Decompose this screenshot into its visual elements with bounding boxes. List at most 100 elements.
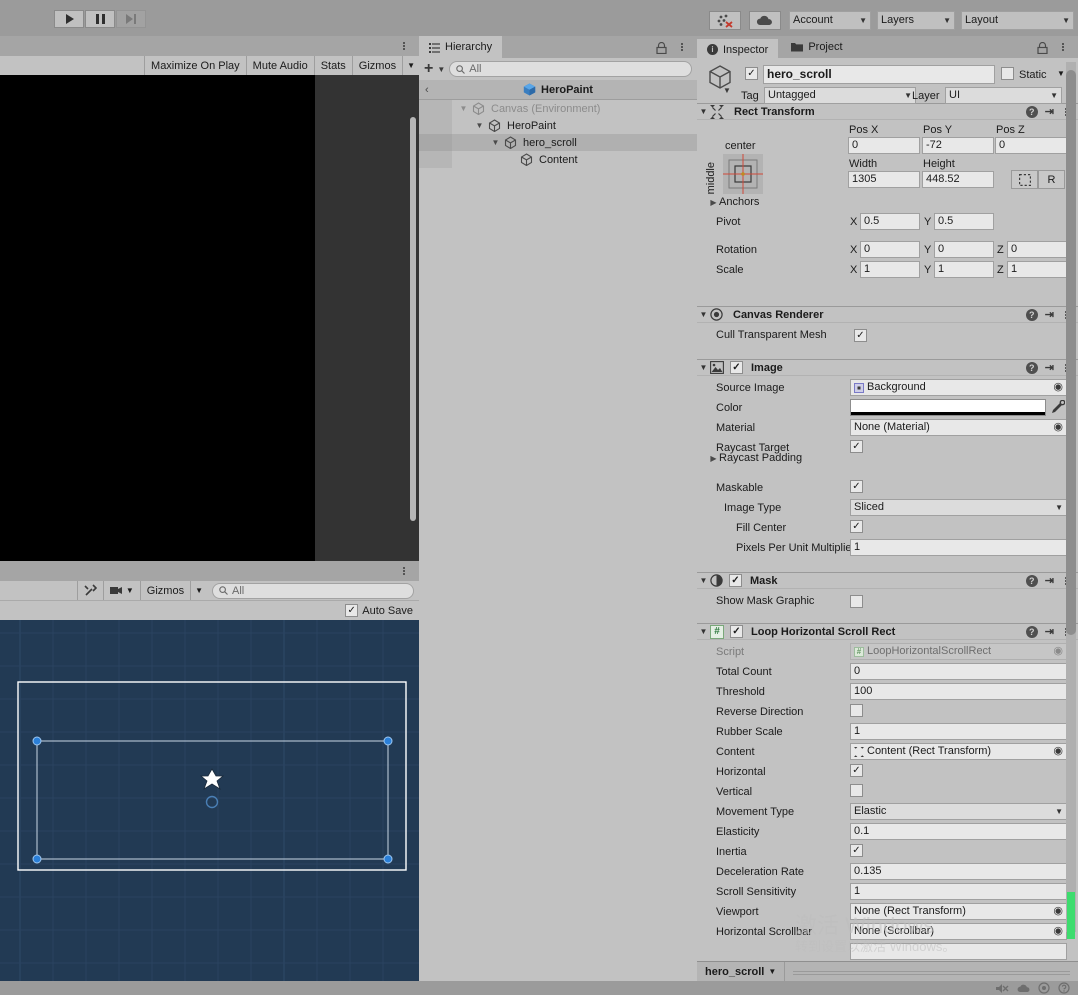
material-object-field[interactable]: None (Material) ◉: [850, 419, 1067, 436]
pivot-x-input[interactable]: 0.5: [860, 213, 920, 230]
game-view-scrollbar[interactable]: [410, 117, 416, 521]
breadcrumb-object-dropdown[interactable]: hero_scroll ▼: [697, 962, 786, 981]
reverse-direction-checkbox[interactable]: [850, 704, 863, 717]
show-mask-graphic-checkbox[interactable]: [850, 594, 863, 608]
preset-icon[interactable]: ⇥: [1045, 308, 1054, 321]
help-icon[interactable]: ?: [1025, 361, 1038, 374]
tag-dropdown[interactable]: Untagged ▼: [764, 87, 916, 104]
total-count-input[interactable]: 0: [850, 663, 1067, 680]
preset-icon[interactable]: ⇥: [1045, 625, 1054, 638]
hierarchy-item-heropaint[interactable]: ▼ HeroPaint: [419, 117, 697, 134]
pause-button[interactable]: [85, 10, 115, 28]
object-picker-icon[interactable]: ◉: [1053, 904, 1063, 919]
tab-hierarchy[interactable]: Hierarchy: [419, 36, 503, 58]
width-input[interactable]: 1305: [848, 171, 920, 188]
vertical-checkbox[interactable]: [850, 784, 863, 797]
raycast-padding-foldout[interactable]: ▶ Raycast Padding: [708, 452, 802, 464]
scale-z-input[interactable]: 1: [1007, 261, 1067, 278]
hierarchy-search-input[interactable]: All: [449, 61, 692, 77]
preset-icon[interactable]: ⇥: [1045, 574, 1054, 587]
mute-status-icon[interactable]: [996, 983, 1009, 994]
maximize-on-play-toggle[interactable]: Maximize On Play: [144, 56, 246, 75]
static-dropdown-icon[interactable]: ▼: [1057, 69, 1065, 78]
raw-edit-button[interactable]: R: [1038, 170, 1065, 189]
color-field[interactable]: [850, 399, 1046, 416]
play-button[interactable]: [54, 10, 84, 28]
scene-gizmos-toggle[interactable]: Gizmos: [139, 581, 190, 600]
help-icon[interactable]: ?: [1025, 105, 1038, 118]
mask-enabled-checkbox[interactable]: ✓: [729, 574, 742, 587]
hierarchy-add-dropdown-icon[interactable]: ▼: [437, 65, 445, 74]
elasticity-input[interactable]: 0.1: [850, 823, 1067, 840]
lock-icon[interactable]: [1037, 42, 1048, 54]
loop-scroll-rect-enabled-checkbox[interactable]: ✓: [730, 625, 743, 638]
height-input[interactable]: 448.52: [922, 171, 994, 188]
chevron-down-icon[interactable]: ▼: [474, 121, 485, 130]
eyedropper-icon[interactable]: [1051, 400, 1065, 414]
image-enabled-checkbox[interactable]: ✓: [730, 361, 743, 374]
component-header-canvas-renderer[interactable]: ▼ Canvas Renderer ? ⇥: [697, 306, 1078, 323]
maskable-checkbox[interactable]: ✓: [850, 480, 863, 493]
object-picker-icon[interactable]: ◉: [1053, 420, 1063, 435]
blueprint-mode-button[interactable]: [1011, 170, 1038, 189]
cloud-button[interactable]: [749, 11, 781, 30]
source-image-object-field[interactable]: Background ◉: [850, 379, 1067, 396]
object-picker-icon[interactable]: ◉: [1053, 744, 1063, 759]
scene-tools-button[interactable]: [76, 581, 103, 600]
foldout-icon[interactable]: ▼: [697, 576, 710, 585]
help-icon[interactable]: ?: [1025, 574, 1038, 587]
pos-x-input[interactable]: 0: [848, 137, 920, 154]
rotation-y-input[interactable]: 0: [934, 241, 994, 258]
hierarchy-item-hero-scroll[interactable]: ▼ hero_scroll: [419, 134, 697, 151]
inertia-checkbox[interactable]: ✓: [850, 844, 863, 857]
deceleration-rate-input[interactable]: 0.135: [850, 863, 1067, 880]
gameobject-dropdown-icon[interactable]: ▼: [723, 86, 731, 95]
object-active-checkbox[interactable]: ✓: [745, 67, 758, 80]
step-button[interactable]: [116, 10, 146, 28]
static-checkbox[interactable]: [1001, 67, 1014, 80]
layer-dropdown[interactable]: UI ▼: [945, 87, 1062, 104]
game-view-menu-icon[interactable]: [399, 41, 409, 51]
foldout-icon[interactable]: ▼: [697, 363, 710, 372]
foldout-icon[interactable]: ▼: [697, 310, 710, 319]
chevron-down-icon[interactable]: ▼: [458, 104, 469, 113]
help-icon[interactable]: ?: [1025, 625, 1038, 638]
preset-icon[interactable]: ⇥: [1045, 105, 1054, 118]
foldout-icon[interactable]: ▼: [697, 627, 710, 636]
lock-icon[interactable]: [656, 42, 667, 54]
scene-gizmos-dropdown[interactable]: ▼: [190, 581, 207, 600]
component-header-image[interactable]: ▼ ✓ Image ? ⇥: [697, 359, 1078, 376]
rotation-z-input[interactable]: 0: [1007, 241, 1067, 258]
scene-view-menu-icon[interactable]: [399, 566, 409, 576]
content-object-field[interactable]: Content (Rect Transform) ◉: [850, 743, 1067, 760]
scroll-sensitivity-input[interactable]: 1: [850, 883, 1067, 900]
collab-button[interactable]: [709, 11, 741, 30]
anchors-foldout[interactable]: ▶ Anchors: [708, 196, 759, 208]
help-status-icon[interactable]: [1058, 982, 1070, 994]
horizontal-scrollbar-object-field[interactable]: None (Scrollbar) ◉: [850, 923, 1067, 940]
inspector-menu-icon[interactable]: [1058, 42, 1068, 52]
raycast-target-checkbox[interactable]: ✓: [850, 440, 863, 453]
account-dropdown[interactable]: Account ▼: [789, 11, 871, 30]
threshold-input[interactable]: 100: [850, 683, 1067, 700]
scale-y-input[interactable]: 1: [934, 261, 994, 278]
pos-z-input[interactable]: 0: [995, 137, 1067, 154]
anchor-preset-widget[interactable]: [723, 154, 763, 194]
cull-transparent-mesh-checkbox[interactable]: ✓: [854, 328, 867, 342]
tab-project[interactable]: Project: [781, 36, 852, 58]
chevron-down-icon[interactable]: ▼: [490, 138, 501, 147]
scene-view-viewport[interactable]: [0, 620, 419, 995]
component-header-loop-horizontal-scroll-rect[interactable]: ▼ # ✓ Loop Horizontal Scroll Rect ? ⇥: [697, 623, 1078, 640]
rubber-scale-input[interactable]: 1: [850, 723, 1067, 740]
hierarchy-item-canvas-environment[interactable]: ▼ Canvas (Environment): [419, 100, 697, 117]
component-header-rect-transform[interactable]: ▼ Rect Transform ? ⇥: [697, 103, 1078, 120]
preset-icon[interactable]: ⇥: [1045, 361, 1054, 374]
scene-camera-button[interactable]: ▼: [102, 581, 140, 600]
horizontal-checkbox[interactable]: ✓: [850, 764, 863, 777]
foldout-icon[interactable]: ▼: [697, 107, 710, 116]
cloud-status-icon[interactable]: [1017, 983, 1030, 994]
hierarchy-add-button[interactable]: +: [424, 61, 433, 77]
pixels-per-unit-multiplier-input[interactable]: 1: [850, 539, 1067, 556]
notification-status-icon[interactable]: [1038, 982, 1050, 994]
hierarchy-tree[interactable]: ▼ Canvas (Environment) ▼ HeroPaint ▼ hero_scr…: [419, 100, 697, 981]
